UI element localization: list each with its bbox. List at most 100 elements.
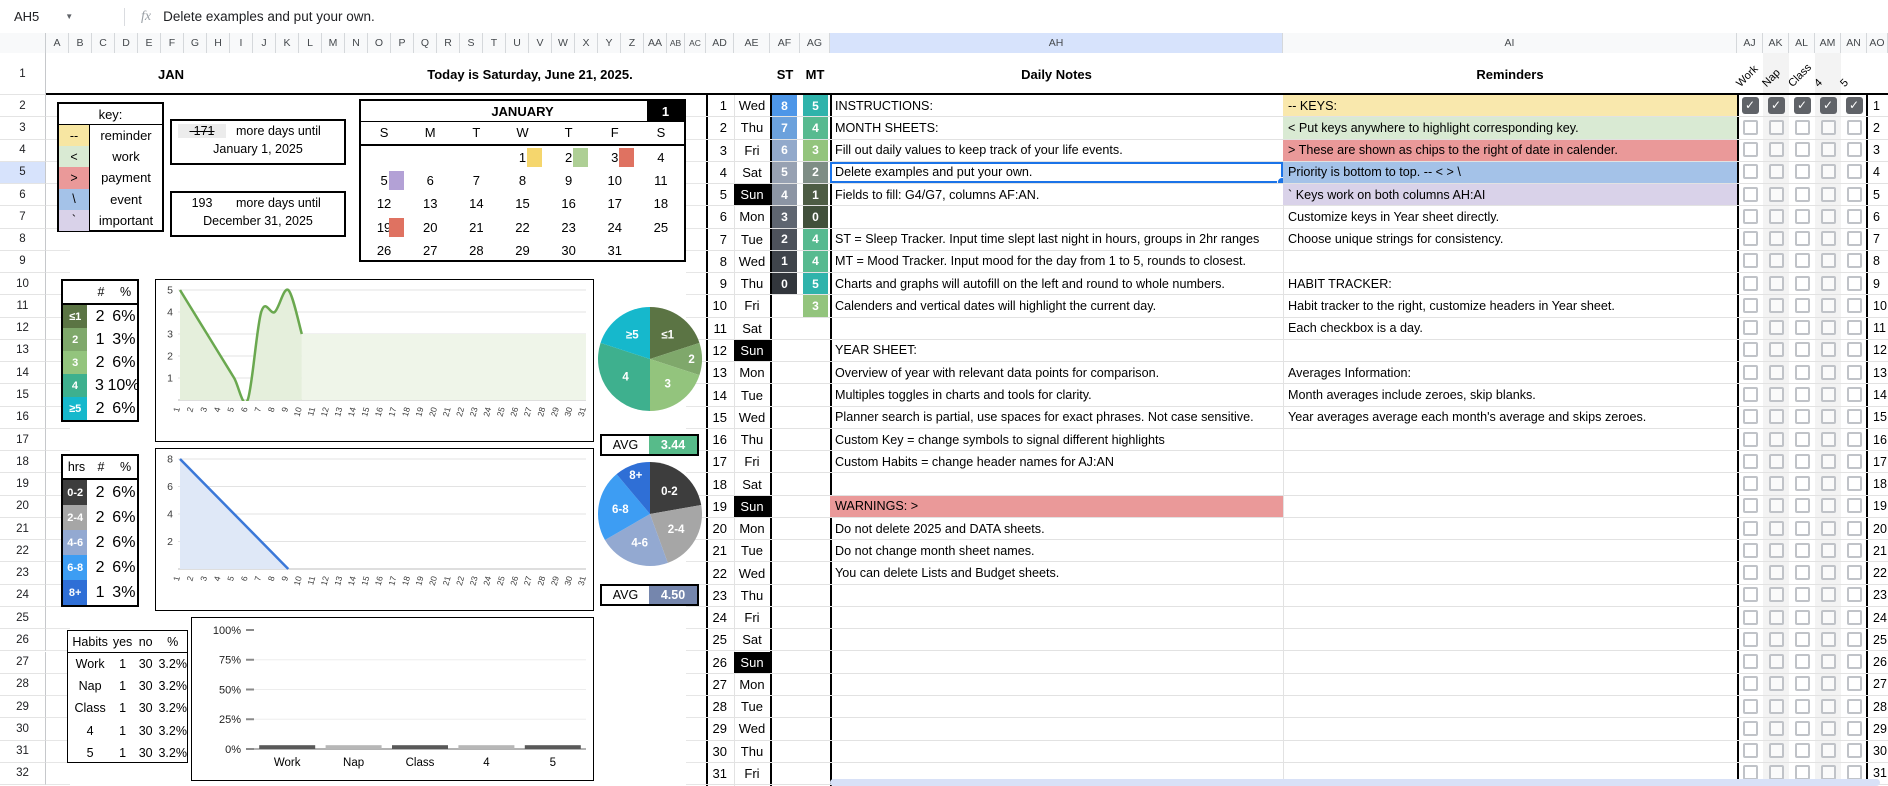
habit-checkbox-Nap[interactable]: [1769, 743, 1784, 758]
row-header-28[interactable]: 28: [0, 674, 46, 696]
habit-checkbox-Class[interactable]: [1795, 365, 1810, 380]
grid-line[interactable]: [686, 718, 706, 740]
habit-value[interactable]: 3.2%: [158, 746, 187, 760]
day-row[interactable]: 13MonOverview of year with relevant data…: [706, 362, 1888, 384]
scale-bucket-label[interactable]: ≤1: [63, 305, 89, 328]
day-row[interactable]: 9Thu05Charts and graphs will autofill on…: [706, 273, 1888, 295]
habit-checkbox-Work[interactable]: [1743, 209, 1758, 224]
countdown-date[interactable]: December 31, 2025: [172, 214, 344, 228]
scale-row[interactable]: 213%: [63, 328, 137, 351]
day-number-cell[interactable]: 24: [706, 607, 734, 628]
habit-checkbox-Work[interactable]: [1743, 699, 1758, 714]
daily-note-cell[interactable]: WARNINGS: >: [830, 496, 1283, 517]
column-header-Z[interactable]: Z: [621, 33, 644, 53]
habit-checkbox-Nap[interactable]: [1769, 164, 1784, 179]
calendar-date-cell[interactable]: 25: [638, 216, 684, 239]
column-header-AJ[interactable]: AJ: [1737, 33, 1763, 53]
day-index-cell[interactable]: 12: [1867, 340, 1888, 361]
habit-checkbox-Work[interactable]: [1743, 454, 1758, 469]
daily-note-cell[interactable]: [830, 318, 1283, 339]
reminder-cell[interactable]: HABIT TRACKER:: [1283, 273, 1737, 294]
day-index-cell[interactable]: 25: [1867, 629, 1888, 650]
habit-checkbox-4[interactable]: [1821, 521, 1836, 536]
key-row[interactable]: --reminder: [59, 125, 162, 146]
habits-row[interactable]: 41303.2%: [68, 720, 187, 742]
habit-checkbox-Class[interactable]: [1795, 476, 1810, 491]
calendar-date[interactable]: 25: [654, 220, 668, 235]
scale-percent[interactable]: 3%: [111, 580, 137, 605]
scale-col-header[interactable]: %: [112, 456, 139, 478]
day-number-cell[interactable]: 8: [706, 251, 734, 272]
habit-checkbox-Work[interactable]: [1743, 342, 1758, 357]
habit-checkbox-Class[interactable]: [1795, 253, 1810, 268]
day-index-cell[interactable]: 17: [1867, 451, 1888, 472]
countdown-date[interactable]: January 1, 2025: [172, 142, 344, 156]
mood-tracker-cell[interactable]: 4: [803, 251, 828, 272]
row-header-5[interactable]: 5: [0, 162, 46, 184]
day-number-cell[interactable]: 31: [706, 763, 734, 784]
day-row[interactable]: 14TueMultiples toggles in charts and too…: [706, 384, 1888, 406]
sleep-tracker-cell[interactable]: 6: [772, 140, 797, 161]
habit-checkbox-Work[interactable]: [1743, 365, 1758, 380]
day-row[interactable]: 11SatEach checkbox is a day.11: [706, 318, 1888, 340]
mood-line-chart[interactable]: 5432112345678910111213141516171819202122…: [155, 279, 594, 442]
calendar-date-cell[interactable]: 16: [546, 192, 592, 215]
column-header-S[interactable]: S: [460, 33, 483, 53]
day-index-cell[interactable]: 6: [1867, 206, 1888, 227]
day-name-cell[interactable]: Wed: [734, 718, 770, 739]
column-header-H[interactable]: H: [207, 33, 230, 53]
daily-note-cell[interactable]: Delete examples and put your own.: [830, 162, 1283, 183]
mood-tracker-cell[interactable]: 3: [803, 140, 828, 161]
fill-handle[interactable]: [1277, 177, 1283, 183]
day-number-cell[interactable]: 16: [706, 429, 734, 450]
day-row[interactable]: 8Wed14MT = Mood Tracker. Input mood for …: [706, 251, 1888, 273]
day-index-cell[interactable]: 8: [1867, 251, 1888, 272]
daily-note-cell[interactable]: Do not change month sheet names.: [830, 540, 1283, 561]
daily-note-cell[interactable]: You can delete Lists and Budget sheets.: [830, 562, 1283, 583]
habit-checkbox-Nap[interactable]: [1769, 342, 1784, 357]
habit-checkbox-Class[interactable]: [1795, 610, 1810, 625]
day-name-cell[interactable]: Thu: [734, 273, 770, 294]
countdown-text[interactable]: more days until: [236, 196, 321, 210]
reminder-cell[interactable]: Year averages average each month's avera…: [1283, 407, 1737, 428]
calendar-date[interactable]: 27: [423, 243, 437, 258]
column-header-F[interactable]: F: [161, 33, 184, 53]
day-row[interactable]: 17FriCustom Habits = change header names…: [706, 451, 1888, 473]
grid-line[interactable]: [686, 652, 706, 674]
column-header-Q[interactable]: Q: [414, 33, 437, 53]
habit-value[interactable]: 3.2%: [158, 657, 187, 671]
row-header-11[interactable]: 11: [0, 295, 46, 317]
day-index-cell[interactable]: 20: [1867, 518, 1888, 539]
daily-note-cell[interactable]: [830, 629, 1283, 650]
day-name-cell[interactable]: Fri: [734, 295, 770, 316]
day-index-cell[interactable]: 15: [1867, 407, 1888, 428]
scale-bucket-label[interactable]: 6-8: [63, 555, 89, 580]
day-row[interactable]: 6Mon30Customize keys in Year sheet direc…: [706, 206, 1888, 228]
calendar-date-cell[interactable]: 23: [546, 216, 592, 239]
habit-checkbox-Work[interactable]: [1743, 498, 1758, 513]
habits-col-header[interactable]: Habits: [68, 635, 112, 649]
habit-checkbox-5[interactable]: [1847, 231, 1862, 246]
column-header-Y[interactable]: Y: [598, 33, 621, 53]
habit-checkbox-Nap[interactable]: [1769, 253, 1784, 268]
habit-checkbox-Nap[interactable]: [1769, 543, 1784, 558]
calendar-date-cell[interactable]: [453, 146, 499, 169]
habit-checkbox-Work[interactable]: [1743, 142, 1758, 157]
habit-checkbox-Nap[interactable]: [1769, 610, 1784, 625]
habit-checkbox-Class[interactable]: [1795, 721, 1810, 736]
day-name-cell[interactable]: Wed: [734, 407, 770, 428]
habit-checkbox-5[interactable]: [1847, 164, 1862, 179]
calendar-date-cell[interactable]: 7: [453, 169, 499, 192]
row-header-15[interactable]: 15: [0, 384, 46, 406]
reminder-cell[interactable]: [1283, 652, 1737, 673]
habit-name[interactable]: 5: [68, 746, 112, 760]
day-number-cell[interactable]: 22: [706, 562, 734, 583]
habit-checkbox-5[interactable]: [1847, 587, 1862, 602]
key-label[interactable]: reminder: [90, 125, 162, 146]
day-row[interactable]: 24Fri24: [706, 607, 1888, 629]
habit-checkbox-Nap[interactable]: [1769, 476, 1784, 491]
day-number-cell[interactable]: 28: [706, 696, 734, 717]
calendar-date[interactable]: 6: [427, 173, 434, 188]
day-row[interactable]: 12SunYEAR SHEET:12: [706, 340, 1888, 362]
day-row[interactable]: 28Tue28: [706, 696, 1888, 718]
